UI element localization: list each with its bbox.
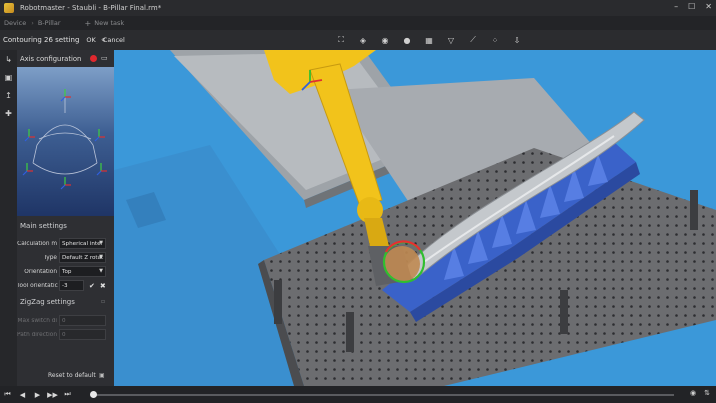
breadcrumb-separator: › (31, 19, 34, 27)
calculation-method-select[interactable]: Spherical inter ▼ (59, 238, 106, 249)
breadcrumb: Device › B-Pillar + New task (0, 16, 716, 30)
minimize-icon[interactable]: – (674, 2, 678, 11)
tool-orientation-label: Tool orientatic (17, 282, 58, 289)
orientation-label: Orientation (24, 268, 57, 275)
timeline-track[interactable] (92, 394, 674, 396)
robot-arm-icon[interactable]: ↳ (0, 50, 17, 68)
breadcrumb-part[interactable]: B-Pillar (38, 19, 61, 27)
tool-orientation-input[interactable]: -3 (59, 280, 84, 291)
add-icon[interactable]: ✚ (0, 104, 17, 122)
skip-start-icon[interactable]: ⏮ (0, 390, 15, 399)
axis-config-title: Axis configuration (20, 54, 82, 63)
record-indicator-icon[interactable] (90, 55, 97, 62)
max-switch-row: Max switch di 0 (17, 314, 114, 327)
image-icon[interactable]: ▣ (0, 68, 17, 86)
skip-end-icon[interactable]: ⏭ (60, 390, 75, 399)
path-direction-label: Path direction (17, 331, 57, 338)
export-icon[interactable]: ⇩ (510, 33, 524, 47)
reset-icon[interactable]: ▣ (99, 372, 105, 379)
type-label: Type (43, 254, 57, 261)
fit-view-icon[interactable]: ⛶ (334, 33, 348, 47)
app-logo-icon (4, 3, 14, 13)
3d-viewport[interactable] (114, 50, 716, 386)
grid-icon[interactable]: ▦ (422, 33, 436, 47)
calculation-method-label: Calculation m (17, 240, 57, 247)
type-select[interactable]: Default Z rotat ▼ (59, 252, 106, 263)
chevron-down-icon: ▼ (99, 254, 103, 260)
tool-orientation-row: Tool orientatic -3 ✔ ✖ (17, 279, 114, 292)
app-window: Robotmaster - Staubli - B-Pillar Final.r… (0, 0, 716, 403)
collapse-panel-icon[interactable]: « (101, 35, 106, 44)
plus-icon: + (84, 18, 92, 28)
calculation-method-value: Spherical inter (62, 240, 103, 247)
chevron-down-icon: ▼ (99, 268, 103, 274)
maximize-icon[interactable]: ☐ (688, 2, 695, 11)
axis-icon[interactable]: ↥ (0, 86, 17, 104)
filter-icon[interactable]: ▽ (444, 33, 458, 47)
orientation-select[interactable]: Top ▼ (59, 266, 106, 277)
timeline-knob[interactable] (90, 391, 97, 398)
eye-icon[interactable]: ◉ (378, 33, 392, 47)
monitor-icon[interactable]: ▭ (101, 54, 108, 62)
axis-config-view[interactable] (17, 67, 114, 216)
clear-icon[interactable]: ✖ (100, 282, 106, 290)
path-direction-input[interactable]: 0 (59, 329, 106, 340)
title-bar: Robotmaster - Staubli - B-Pillar Final.r… (0, 0, 716, 16)
playback-right-icons: ◉ ⇅ (690, 389, 710, 397)
type-row: Type Default Z rotat ▼ (17, 251, 114, 264)
axis-diagram (22, 89, 107, 190)
new-task-button[interactable]: + New task (85, 19, 125, 28)
play-icon[interactable]: ▶ (30, 391, 45, 399)
calculation-method-row: Calculation m Spherical inter ▼ (17, 237, 114, 250)
view-toolbar: ⛶ ◈ ◉ ● ▦ ▽ ⟋ ⁘ ⇩ (334, 33, 524, 47)
path-direction-row: Path direction 0 (17, 328, 114, 341)
settings-panel: Axis configuration ▭ Main settings Calcu… (17, 50, 114, 386)
main-settings-title: Main settings (20, 222, 67, 230)
confirm-icon[interactable]: ✔ (89, 282, 95, 290)
cube-view-icon[interactable]: ◈ (356, 33, 370, 47)
max-switch-input[interactable]: 0 (59, 315, 106, 326)
task-title: Contouring 26 setting (3, 36, 80, 44)
type-value: Default Z rotat (62, 254, 104, 261)
breadcrumb-device[interactable]: Device (4, 19, 26, 27)
max-switch-label: Max switch di (17, 317, 57, 324)
ok-button[interactable]: OK (86, 36, 95, 44)
orientation-value: Top (62, 268, 72, 275)
cancel-button[interactable]: Cancel (103, 36, 125, 44)
close-icon[interactable]: ✕ (705, 2, 712, 11)
dots-icon[interactable]: ⁘ (488, 33, 502, 47)
step-forward-icon[interactable]: ▶▶ (45, 391, 60, 399)
zigzag-settings-title: ZigZag settings (20, 298, 75, 306)
camera-icon[interactable]: ◉ (690, 389, 696, 397)
task-toolbar: Contouring 26 setting OK Cancel « ⛶ ◈ ◉ … (0, 30, 716, 50)
step-back-icon[interactable]: ◀ (15, 391, 30, 399)
sphere-icon[interactable]: ● (400, 33, 414, 47)
zigzag-info-icon[interactable]: ▫ (101, 298, 105, 305)
reset-to-default-button[interactable]: Reset to default (48, 372, 96, 379)
orientation-row: Orientation Top ▼ (17, 265, 114, 278)
window-title: Robotmaster - Staubli - B-Pillar Final.r… (20, 4, 162, 12)
window-controls: – ☐ ✕ (674, 2, 712, 11)
new-task-label: New task (94, 19, 125, 27)
left-icon-strip: ↳ ▣ ↥ ✚ (0, 50, 17, 386)
sync-icon[interactable]: ⇅ (704, 389, 710, 397)
scene (114, 50, 716, 386)
playback-bar: ⏮ ◀ ▶ ▶▶ ⏭ ◉ ⇅ (0, 386, 716, 403)
path-icon[interactable]: ⟋ (466, 33, 480, 47)
chevron-down-icon: ▼ (99, 240, 103, 246)
